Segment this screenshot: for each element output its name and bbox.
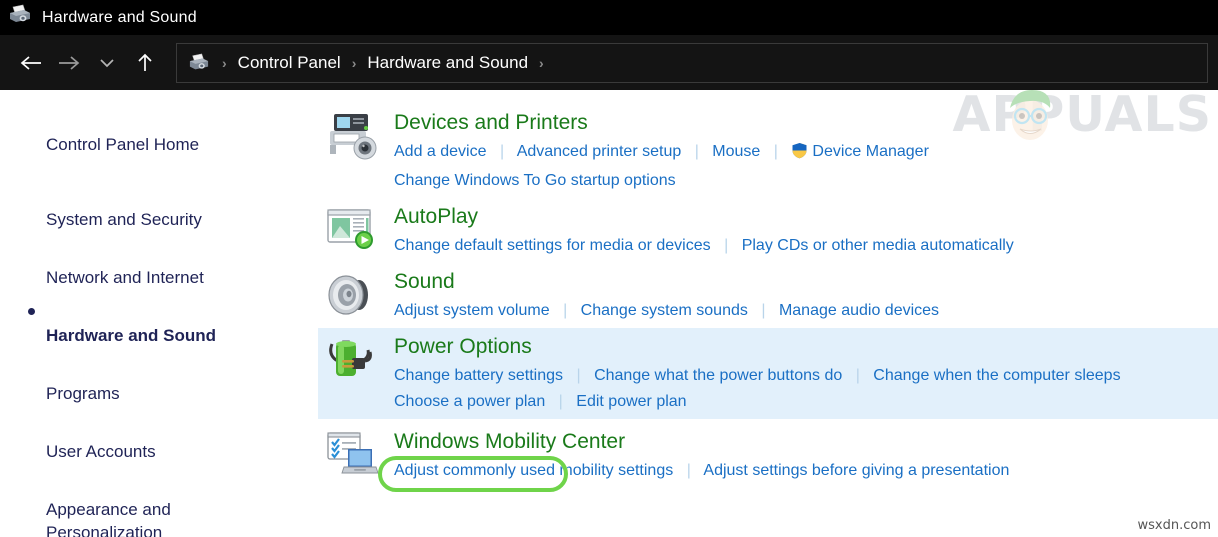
autoplay-icon[interactable] bbox=[326, 204, 380, 256]
link-separator: | bbox=[715, 237, 737, 254]
category-title-sound[interactable]: Sound bbox=[394, 268, 455, 295]
category-link-row: Change battery settings | Change what th… bbox=[394, 363, 1121, 389]
link-adjust-commonly-used-mobility-settings[interactable]: Adjust commonly used mobility settings bbox=[394, 462, 673, 479]
breadcrumb-separator: › bbox=[536, 55, 547, 71]
category-link-row: Adjust system volume | Change system sou… bbox=[394, 298, 939, 324]
link-adjust-system-volume[interactable]: Adjust system volume bbox=[394, 302, 550, 319]
speaker-icon[interactable] bbox=[326, 269, 380, 321]
category-windows-mobility-center: Windows Mobility Center Adjust commonly … bbox=[318, 423, 1218, 488]
recent-locations-button[interactable] bbox=[88, 44, 126, 82]
sidebar-item-label: System and Security bbox=[46, 210, 202, 229]
breadcrumb-control-panel[interactable]: Control Panel bbox=[238, 53, 341, 73]
link-separator: | bbox=[678, 462, 700, 479]
link-separator: | bbox=[686, 143, 708, 160]
category-link-row: Change Windows To Go startup options bbox=[394, 168, 929, 194]
link-change-system-sounds[interactable]: Change system sounds bbox=[581, 302, 748, 319]
wsxdn-watermark: wsxdn.com bbox=[1138, 518, 1212, 533]
link-change-default-settings-for-media-or-devices[interactable]: Change default settings for media or dev… bbox=[394, 237, 711, 254]
link-separator: | bbox=[765, 143, 787, 160]
sidebar-navigation: Control Panel Home System and Security N… bbox=[0, 90, 318, 537]
breadcrumb-separator: › bbox=[349, 55, 360, 71]
printer-camera-icon[interactable] bbox=[326, 110, 380, 162]
category-links: Change battery settings | Change what th… bbox=[394, 363, 1121, 415]
category-list: Devices and Printers Add a device | Adva… bbox=[318, 90, 1218, 537]
category-title-power-options[interactable]: Power Options bbox=[394, 333, 532, 360]
link-change-when-the-computer-sleeps[interactable]: Change when the computer sleeps bbox=[873, 367, 1120, 384]
category-link-row: Choose a power plan | Edit power plan bbox=[394, 389, 1121, 415]
link-device-manager[interactable]: Device Manager bbox=[812, 143, 929, 160]
link-adjust-settings-before-giving-a-presentation[interactable]: Adjust settings before giving a presenta… bbox=[703, 462, 1009, 479]
category-power-options: Power Options Change battery settings | … bbox=[318, 328, 1218, 419]
category-links: Adjust system volume | Change system sou… bbox=[394, 298, 939, 324]
link-add-a-device[interactable]: Add a device bbox=[394, 143, 487, 160]
breadcrumb-separator: › bbox=[219, 55, 230, 71]
breadcrumb-hardware-and-sound[interactable]: Hardware and Sound bbox=[367, 53, 528, 73]
printer-icon bbox=[8, 4, 32, 31]
category-link-row: Change default settings for media or dev… bbox=[394, 233, 1014, 259]
content-area: APPUALS Control Panel Home System and Se… bbox=[0, 90, 1218, 537]
up-button[interactable] bbox=[126, 44, 164, 82]
sidebar-item-user-accounts[interactable]: User Accounts bbox=[0, 411, 318, 469]
sidebar-item-label: Network and Internet bbox=[46, 268, 204, 287]
link-manage-audio-devices[interactable]: Manage audio devices bbox=[779, 302, 939, 319]
category-link-row: Add a device | Advanced printer setup | … bbox=[394, 139, 929, 168]
category-title-devices-and-printers[interactable]: Devices and Printers bbox=[394, 109, 588, 136]
link-separator: | bbox=[847, 367, 869, 384]
window-title: Hardware and Sound bbox=[42, 9, 197, 27]
category-links: Add a device | Advanced printer setup | … bbox=[394, 139, 929, 194]
link-advanced-printer-setup[interactable]: Advanced printer setup bbox=[517, 143, 682, 160]
category-links: Change default settings for media or dev… bbox=[394, 233, 1014, 259]
link-separator: | bbox=[554, 302, 576, 319]
sidebar-item-appearance-and-personalization[interactable]: Appearance and Personalization bbox=[0, 469, 318, 537]
link-separator: | bbox=[752, 302, 774, 319]
category-sound: Sound Adjust system volume | Change syst… bbox=[318, 263, 1218, 328]
printer-icon bbox=[187, 53, 211, 73]
link-separator: | bbox=[550, 393, 572, 410]
category-autoplay: AutoPlay Change default settings for med… bbox=[318, 198, 1218, 263]
link-choose-a-power-plan[interactable]: Choose a power plan bbox=[394, 393, 545, 410]
link-change-windows-to-go-startup-options[interactable]: Change Windows To Go startup options bbox=[394, 172, 676, 189]
link-separator: | bbox=[491, 143, 513, 160]
back-button[interactable] bbox=[12, 44, 50, 82]
link-play-cds-or-other-media-automatically[interactable]: Play CDs or other media automatically bbox=[742, 237, 1014, 254]
link-edit-power-plan[interactable]: Edit power plan bbox=[576, 393, 686, 410]
link-mouse[interactable]: Mouse bbox=[712, 143, 760, 160]
sidebar-item-programs[interactable]: Programs bbox=[0, 353, 318, 411]
sidebar-item-hardware-and-sound[interactable]: Hardware and Sound bbox=[0, 295, 318, 353]
sidebar-item-control-panel-home[interactable]: Control Panel Home bbox=[0, 104, 318, 162]
category-title-autoplay[interactable]: AutoPlay bbox=[394, 203, 478, 230]
address-bar: › Control Panel › Hardware and Sound › bbox=[0, 35, 1218, 90]
sidebar-item-label: Programs bbox=[46, 384, 120, 403]
sidebar-item-network-and-internet[interactable]: Network and Internet bbox=[0, 237, 318, 295]
link-change-what-the-power-buttons-do[interactable]: Change what the power buttons do bbox=[594, 367, 842, 384]
category-links: Adjust commonly used mobility settings |… bbox=[394, 458, 1009, 484]
category-link-row: Adjust commonly used mobility settings |… bbox=[394, 458, 1009, 484]
category-devices-and-printers: Devices and Printers Add a device | Adva… bbox=[318, 104, 1218, 198]
link-separator: | bbox=[567, 367, 589, 384]
link-change-battery-settings[interactable]: Change battery settings bbox=[394, 367, 563, 384]
battery-plug-icon[interactable] bbox=[326, 334, 380, 386]
mobility-center-icon[interactable] bbox=[326, 429, 380, 481]
sidebar-item-label: Hardware and Sound bbox=[46, 326, 216, 345]
address-path-box[interactable]: › Control Panel › Hardware and Sound › bbox=[176, 43, 1208, 83]
forward-button[interactable] bbox=[50, 44, 88, 82]
window-titlebar: Hardware and Sound bbox=[0, 0, 1218, 35]
category-title-windows-mobility-center[interactable]: Windows Mobility Center bbox=[394, 428, 625, 455]
sidebar-item-label: User Accounts bbox=[46, 442, 156, 461]
sidebar-item-label: Appearance and Personalization bbox=[46, 500, 171, 537]
sidebar-item-label: Control Panel Home bbox=[46, 135, 199, 154]
uac-shield-icon bbox=[791, 142, 808, 168]
sidebar-item-system-and-security[interactable]: System and Security bbox=[0, 179, 318, 237]
